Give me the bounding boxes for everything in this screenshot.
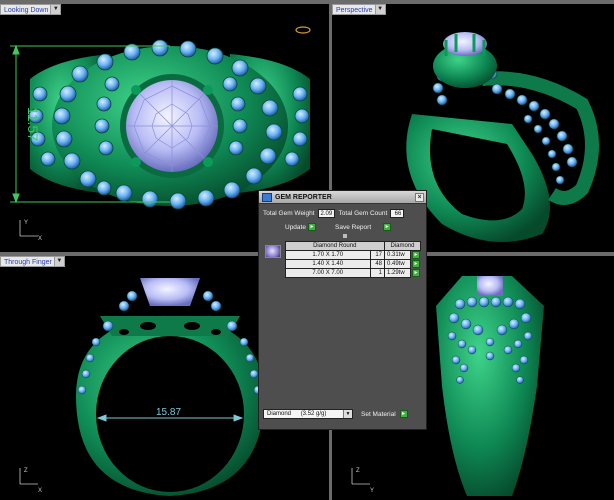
gem-thumbnail xyxy=(263,241,285,260)
dimension-text: 15.87 xyxy=(156,407,181,418)
chevron-down-icon[interactable]: ▼ xyxy=(50,5,61,14)
axis-gizmo xyxy=(19,468,38,485)
play-icon[interactable]: ▸ xyxy=(412,260,420,268)
ring-preview-icon[interactable] xyxy=(295,26,311,34)
play-icon[interactable]: ▸ xyxy=(383,223,392,231)
svg-text:Z: Z xyxy=(24,468,28,474)
diamond-icon xyxy=(265,244,281,258)
play-icon[interactable]: ▸ xyxy=(307,223,316,231)
header-shape: Diamond Round xyxy=(284,241,385,251)
gem-reporter-panel[interactable]: GEM REPORTER × Total Gem Weight 2.09 Tot… xyxy=(258,190,427,430)
axis-gizmo xyxy=(19,220,38,237)
chevron-down-icon[interactable]: ▼ xyxy=(343,410,352,418)
header-material: Diamond xyxy=(384,241,421,251)
svg-text:Y: Y xyxy=(370,488,374,494)
dimension-text: 11.57 xyxy=(25,107,41,141)
viewport-label-through-finger[interactable]: Through Finger ▼ xyxy=(0,256,65,267)
gem-reporter-titlebar[interactable]: GEM REPORTER × xyxy=(259,191,426,204)
center-gem xyxy=(140,278,200,306)
table-row[interactable]: 1.40 X 1.40 48 0.49tw ▸ xyxy=(263,259,421,269)
set-material-label: Set Material xyxy=(361,410,396,418)
gem-icon xyxy=(262,193,272,202)
total-count-label: Total Gem Count xyxy=(338,210,388,217)
svg-text:Y: Y xyxy=(24,220,28,226)
center-gem xyxy=(477,276,503,296)
total-weight-label: Total Gem Weight xyxy=(263,210,315,217)
gem-table: Diamond Round Diamond 1.70 X 1.70 17 0.3… xyxy=(263,241,421,278)
save-report-button[interactable]: Save Report ▸ xyxy=(335,223,392,231)
table-row[interactable]: 1.70 X 1.70 17 0.31tw ▸ xyxy=(263,250,421,260)
chevron-down-icon[interactable]: ▼ xyxy=(53,257,64,266)
splitter-handle[interactable] xyxy=(343,234,347,238)
table-row[interactable]: 7.00 X 7.00 1 1.29tw ▸ xyxy=(263,268,421,278)
center-gem xyxy=(443,32,487,56)
total-count-field: 66 xyxy=(390,209,405,218)
svg-text:X: X xyxy=(38,236,42,242)
svg-text:Z: Z xyxy=(356,468,360,474)
play-icon[interactable]: ▸ xyxy=(412,251,420,260)
svg-text:X: X xyxy=(38,488,42,494)
material-bar: Diamond (3.52 g/g) ▼ Set Material ▸ xyxy=(263,409,408,419)
update-button[interactable]: Update ▸ xyxy=(285,223,316,231)
totals-row: Total Gem Weight 2.09 Total Gem Count 66 xyxy=(263,209,405,218)
side-profile xyxy=(436,276,544,496)
viewport-label-looking-down[interactable]: Looking Down ▼ xyxy=(0,4,62,15)
total-weight-field: 2.09 xyxy=(317,209,335,218)
axis-gizmo xyxy=(351,468,370,485)
close-icon[interactable]: × xyxy=(415,193,424,202)
play-icon[interactable]: ▸ xyxy=(412,269,420,277)
chevron-down-icon[interactable]: ▼ xyxy=(374,5,385,14)
table-header: Diamond Round Diamond xyxy=(263,241,421,260)
set-material-button[interactable]: ▸ xyxy=(399,410,408,418)
viewport-label-perspective[interactable]: Perspective ▼ xyxy=(332,4,386,15)
material-select[interactable]: Diamond (3.52 g/g) ▼ xyxy=(263,409,353,419)
